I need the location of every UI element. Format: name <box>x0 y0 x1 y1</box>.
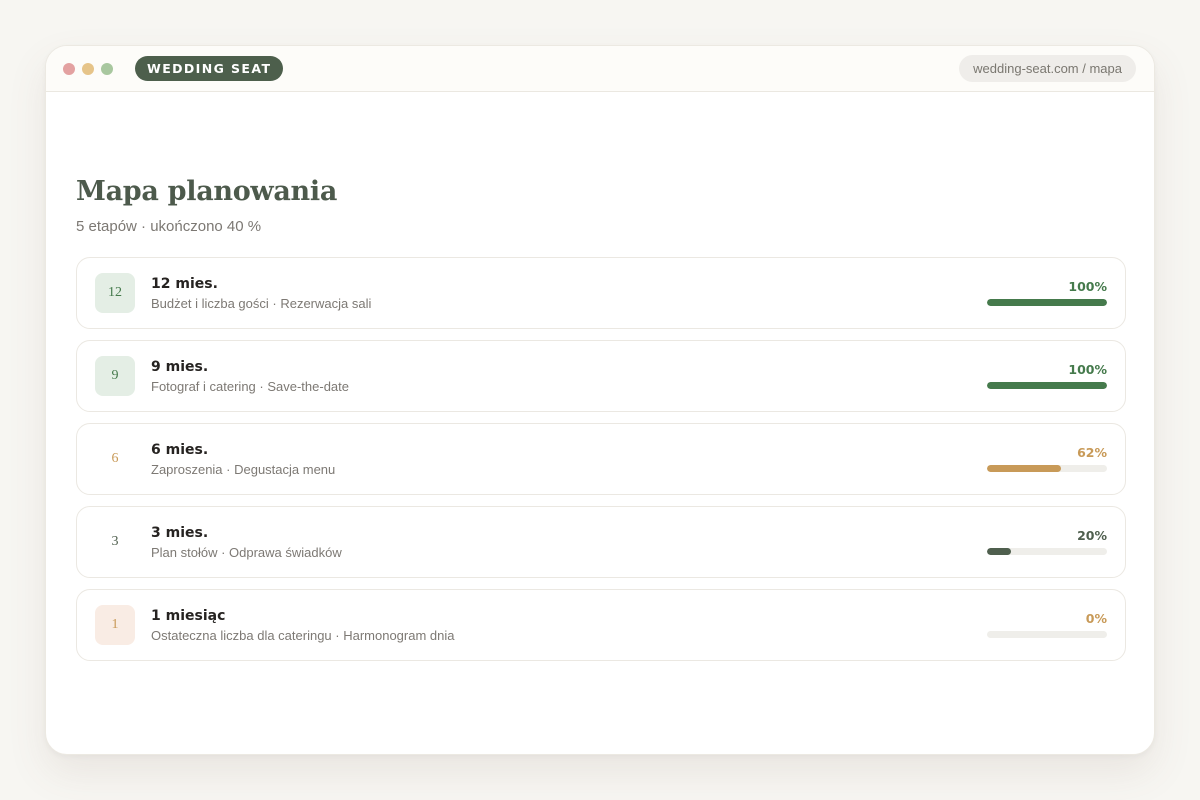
stage-row[interactable]: 3 3 mies. Plan stołów · Odprawa świadków… <box>76 506 1126 578</box>
stage-percent: 100% <box>1068 362 1107 377</box>
page-subtitle: 5 etapów · ukończono 40 % <box>76 218 262 235</box>
brand-badge[interactable]: WEDDING SEAT <box>135 56 284 81</box>
stage-progress-bar <box>987 382 1107 389</box>
stage-badge: 6 <box>95 439 135 479</box>
stage-progress-fill <box>987 548 1011 555</box>
stage-tasks: Fotograf i catering · Save-the-date <box>151 379 349 394</box>
page-title: Mapa planowania <box>76 176 338 207</box>
stage-row[interactable]: 12 12 mies. Budżet i liczba gości · Reze… <box>76 257 1126 329</box>
title-bar: WEDDING SEAT wedding-seat.com / mapa <box>46 46 1154 92</box>
stage-title: 6 mies. <box>151 442 209 458</box>
stage-badge: 3 <box>95 522 135 562</box>
stage-row[interactable]: 6 6 mies. Zaproszenia · Degustacja menu … <box>76 423 1126 495</box>
stage-tasks: Plan stołów · Odprawa świadków <box>151 545 342 560</box>
stage-list: 12 12 mies. Budżet i liczba gości · Reze… <box>76 257 1126 672</box>
close-window-button[interactable] <box>63 63 75 75</box>
stage-tasks: Budżet i liczba gości · Rezerwacja sali <box>151 296 372 311</box>
stage-badge: 12 <box>95 273 135 313</box>
stage-percent: 20% <box>1077 528 1107 543</box>
stage-percent: 62% <box>1077 445 1107 460</box>
address-bar[interactable]: wedding-seat.com / mapa <box>959 55 1136 82</box>
stage-progress-fill <box>987 382 1107 389</box>
stage-tasks: Zaproszenia · Degustacja menu <box>151 462 336 477</box>
stage-progress-bar <box>987 465 1107 472</box>
stage-tasks: Ostateczna liczba dla cateringu · Harmon… <box>151 628 455 643</box>
stage-percent: 100% <box>1068 279 1107 294</box>
stage-row[interactable]: 9 9 mies. Fotograf i catering · Save-the… <box>76 340 1126 412</box>
browser-window: WEDDING SEAT wedding-seat.com / mapa Map… <box>45 45 1155 755</box>
stage-progress-bar <box>987 548 1107 555</box>
stage-percent: 0% <box>1085 611 1107 626</box>
stage-progress-bar <box>987 631 1107 638</box>
stage-title: 3 mies. <box>151 525 209 541</box>
stage-title: 9 mies. <box>151 359 209 375</box>
stage-progress-bar <box>987 299 1107 306</box>
minimize-window-button[interactable] <box>82 63 94 75</box>
stage-progress-fill <box>987 299 1107 306</box>
maximize-window-button[interactable] <box>101 63 113 75</box>
stage-title: 12 mies. <box>151 276 218 292</box>
stage-progress-fill <box>987 465 1062 472</box>
stage-badge: 9 <box>95 356 135 396</box>
stage-title: 1 miesiąc <box>151 608 226 624</box>
stage-row[interactable]: 1 1 miesiąc Ostateczna liczba dla cateri… <box>76 589 1126 661</box>
stage-badge: 1 <box>95 605 135 645</box>
